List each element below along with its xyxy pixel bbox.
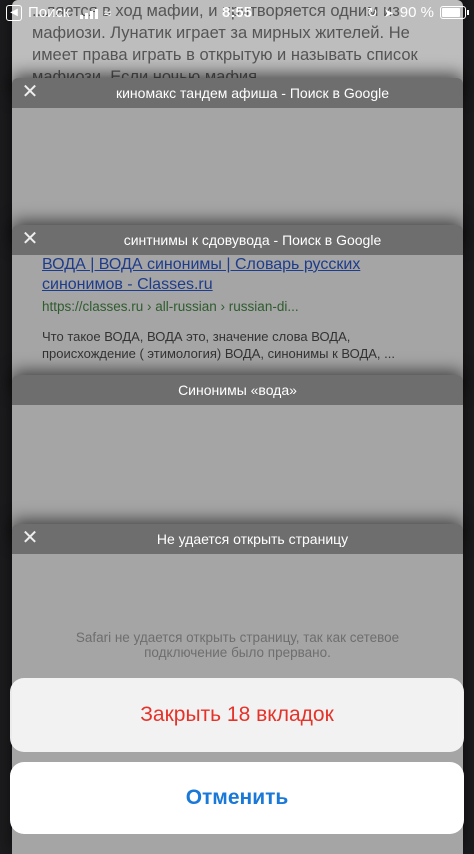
close-tab-icon[interactable]: ✕ [20, 82, 40, 102]
battery-fill [442, 8, 460, 17]
close-all-tabs-label: Закрыть 18 вкладок [140, 703, 334, 726]
close-tab-icon[interactable]: ✕ [20, 528, 40, 548]
battery-icon [440, 6, 469, 19]
tab-titlebar: Синонимы «вода» [12, 375, 463, 405]
tab-title: Синонимы «вода» [178, 382, 297, 398]
tab-titlebar: ✕ киномакс тандем афиша - Поиск в Google [12, 78, 463, 108]
search-result-title: ВОДА | ВОДА синонимы | Словарь русских с… [42, 256, 361, 293]
search-result-url: https://classes.ru › all-russian › russi… [42, 299, 299, 314]
tab-title: киномакс тандем афиша - Поиск в Google [115, 85, 390, 101]
search-result: ВОДА | ВОДА синонимы | Словарь русских с… [42, 255, 443, 362]
tab-title: синтнимы к сдовувода - Поиск в Google [123, 232, 382, 248]
status-right: ↻ ➤ 90 % [366, 4, 469, 21]
battery-percent: 90 % [399, 4, 434, 21]
tab-titlebar: ✕ Не удается открыть страницу [12, 524, 463, 554]
tab-card-synonyms-voda[interactable]: Синонимы «вода» [12, 375, 463, 545]
status-bar: ◀ Поиск ≈ 8:55 ↻ ➤ 90 % [0, 0, 474, 26]
tab-card-synonyms-search[interactable]: ✕ синтнимы к сдовувода - Поиск в Google … [12, 225, 463, 395]
search-result-snippet: Что такое ВОДА, ВОДА это, значение слова… [42, 329, 395, 361]
tab-title: Не удается открыть страницу [156, 531, 349, 547]
cancel-button[interactable]: Отменить [10, 762, 464, 834]
tab-card-kinomax[interactable]: ✕ киномакс тандем афиша - Поиск в Google [12, 78, 463, 248]
close-tab-icon[interactable]: ✕ [20, 229, 40, 249]
orientation-lock-icon: ↻ [366, 4, 378, 20]
error-message: Safari не удается открыть страницу, так … [75, 630, 400, 660]
close-all-tabs-button[interactable]: Закрыть 18 вкладок [10, 678, 464, 752]
cancel-label: Отменить [185, 786, 289, 809]
location-icon: ➤ [383, 5, 394, 20]
tab-titlebar: ✕ синтнимы к сдовувода - Поиск в Google [12, 225, 463, 255]
